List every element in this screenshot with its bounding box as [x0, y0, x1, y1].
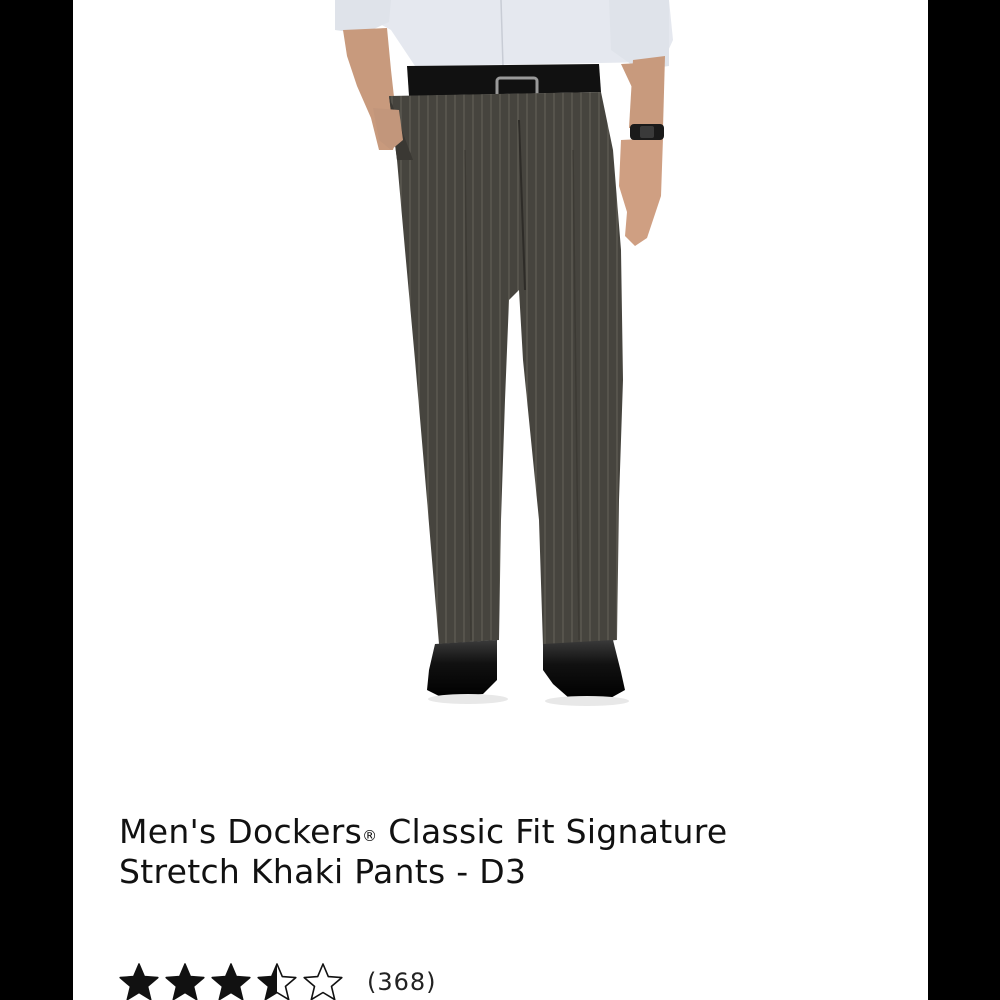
product-card: Men's Dockers® Classic Fit Signature Stre…: [73, 0, 928, 1000]
page: Men's Dockers® Classic Fit Signature Stre…: [0, 0, 1000, 1000]
right-frame-bar: [928, 0, 1000, 1000]
star-empty-icon: [303, 963, 343, 1000]
star-half-icon: [257, 963, 297, 1000]
star-rating: [119, 962, 349, 1000]
star-full-icon: [165, 963, 205, 1000]
star-full-icon: [211, 963, 251, 1000]
rating-summary[interactable]: (368): [119, 962, 437, 1000]
product-title-brand: Men's Dockers: [119, 812, 363, 851]
star-full-icon: [119, 963, 159, 1000]
registered-mark: ®: [362, 827, 378, 845]
product-title-rest: Classic Fit Signature: [377, 812, 728, 851]
shoes: [427, 640, 629, 706]
review-count[interactable]: (368): [367, 968, 437, 996]
pants: [389, 92, 623, 646]
product-title-line2: Stretch Khaki Pants - D3: [119, 852, 527, 891]
product-title[interactable]: Men's Dockers® Classic Fit Signature Stre…: [119, 812, 899, 892]
left-frame-bar: [0, 0, 73, 1000]
product-image[interactable]: [73, 0, 928, 760]
